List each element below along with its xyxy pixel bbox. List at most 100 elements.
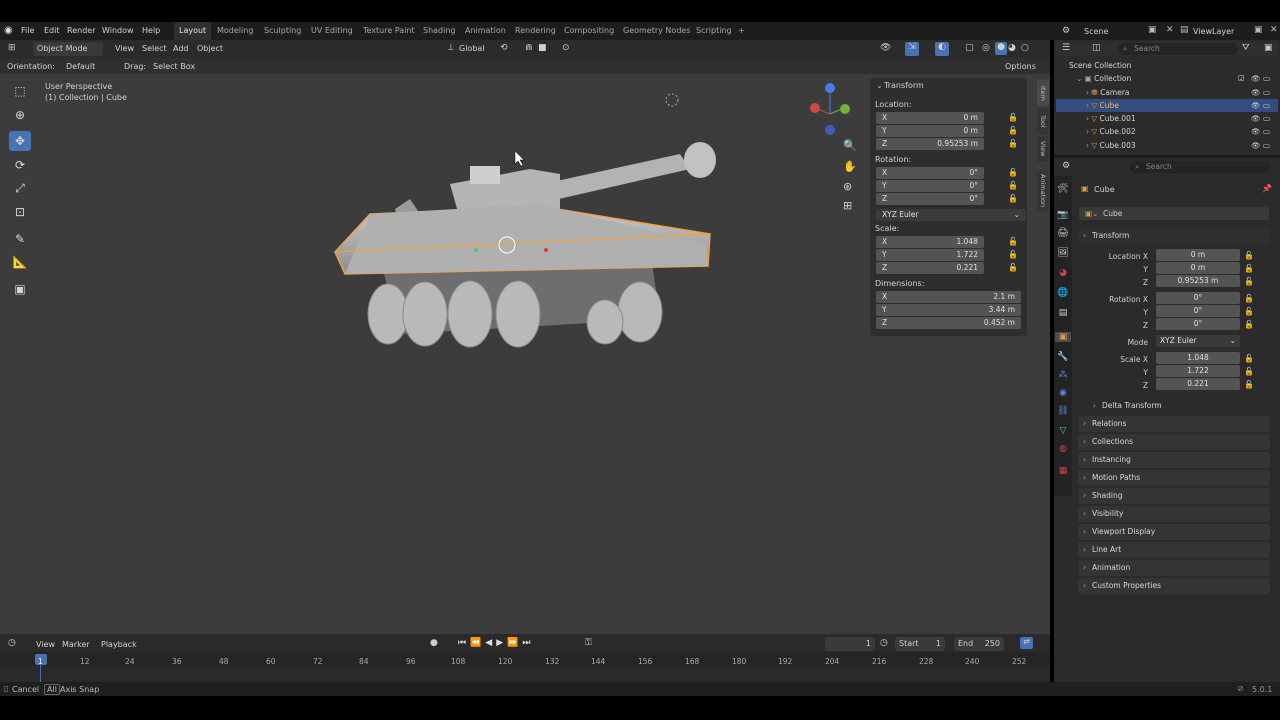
view-layer-selector[interactable]: ViewLayer	[1193, 27, 1234, 36]
rendered-shading-icon[interactable]: ○	[1021, 43, 1029, 53]
location-y-field[interactable]: Y0 m	[876, 125, 984, 137]
menu-add[interactable]: Add	[173, 44, 189, 53]
prop-location-y[interactable]: 0 m	[1156, 262, 1240, 274]
lock-icon[interactable]: 🔓	[1008, 250, 1018, 259]
texture-tab-icon[interactable]: ▦	[1055, 466, 1071, 476]
scale-y-field[interactable]: Y 1.722	[876, 249, 984, 261]
location-z-field[interactable]: Z 0.95253 m	[876, 138, 984, 150]
scale-tool-icon[interactable]: ⤢	[9, 178, 31, 198]
menu-window[interactable]: Window	[102, 26, 134, 35]
motion-paths-section[interactable]: Motion Paths	[1078, 470, 1270, 486]
end-frame-field[interactable]: End 250	[954, 637, 1004, 651]
snap-icon[interactable]: ⋒	[525, 43, 533, 53]
scale-z-field[interactable]: Z 0.221	[876, 262, 984, 274]
data-tab-icon[interactable]: ▽	[1055, 426, 1071, 436]
tab-geometry-nodes[interactable]: Geometry Nodes	[618, 22, 695, 40]
snap-target-icon[interactable]: ■	[538, 43, 547, 53]
prop-scale-z[interactable]: 0.221	[1156, 378, 1240, 390]
menu-select[interactable]: Select	[142, 44, 167, 53]
options-dropdown[interactable]: Options	[1005, 62, 1036, 71]
lock-icon[interactable]: 🔓	[1244, 307, 1254, 316]
orientation-dropdown[interactable]: Default	[66, 62, 95, 71]
tab-layout[interactable]: Layout	[174, 22, 212, 40]
solid-shading-icon[interactable]: ●	[995, 42, 1007, 55]
tab-tool[interactable]: Tool	[1037, 108, 1049, 134]
add-workspace-button[interactable]: +	[733, 22, 750, 40]
outliner-item-camera[interactable]: › ⛃ Camera 👁 ▭	[1056, 86, 1278, 99]
keying-icon[interactable]: ⚿	[585, 638, 592, 648]
camera-view-icon[interactable]: ⊛	[843, 180, 852, 193]
xray-icon[interactable]: ▢	[965, 43, 974, 53]
tab-sculpting[interactable]: Sculpting	[259, 22, 306, 40]
modifier-tab-icon[interactable]: 🔧	[1055, 352, 1071, 362]
move-tool-icon[interactable]: ✥	[9, 131, 31, 151]
dimensions-z-field[interactable]: Z 0.452 m	[876, 317, 1021, 329]
render-tab-icon[interactable]: 📷	[1055, 210, 1071, 220]
outliner-collection[interactable]: ⌄ ▣ Collection ☑ 👁 ▭	[1056, 72, 1278, 85]
lock-icon[interactable]: 🔓	[1008, 168, 1018, 177]
properties-editor-icon[interactable]: ⚙	[1062, 161, 1070, 171]
tab-compositing[interactable]: Compositing	[559, 22, 619, 40]
menu-render[interactable]: Render	[67, 26, 95, 35]
outliner-item-cube-002[interactable]: › ▽ Cube.002 👁 ▭	[1056, 125, 1278, 138]
menu-view[interactable]: View	[115, 44, 134, 53]
tab-texture-paint[interactable]: Texture Paint	[358, 22, 420, 40]
world-tab-icon[interactable]: 🌐	[1055, 288, 1071, 298]
zoom-icon[interactable]: 🔍	[843, 139, 857, 152]
instancing-section[interactable]: Instancing	[1078, 452, 1270, 468]
dimensions-x-field[interactable]: X 2.1 m	[876, 291, 1021, 303]
record-icon[interactable]: ●	[430, 638, 438, 648]
prop-rotation-mode[interactable]: XYZ Euler ⌄	[1156, 335, 1240, 347]
scene-selector[interactable]: Scene	[1084, 27, 1108, 36]
playback-controls-icon[interactable]: ⏮⏪◀▶⏩⏭	[458, 638, 534, 648]
outliner-item-cube-003[interactable]: › ▽ Cube.003 👁 ▭	[1056, 139, 1278, 152]
timeline-editor-icon[interactable]: ◷	[8, 638, 16, 648]
rotation-z-field[interactable]: Z 0°	[876, 193, 984, 205]
tab-uv-editing[interactable]: UV Editing	[306, 22, 358, 40]
display-mode-icon[interactable]: ◫	[1092, 43, 1101, 53]
lock-icon[interactable]: 🔓	[1008, 139, 1018, 148]
tab-modeling[interactable]: Modeling	[212, 22, 258, 40]
material-tab-icon[interactable]: ◍	[1055, 444, 1071, 454]
collection-tab-icon[interactable]: ▤	[1055, 308, 1071, 318]
mode-dropdown[interactable]: Object Mode	[33, 42, 103, 56]
prop-scale-y[interactable]: 1.722	[1156, 365, 1240, 377]
properties-search-input[interactable]: ⌕ Search	[1130, 161, 1270, 173]
output-tab-icon[interactable]: 🖨	[1055, 228, 1071, 238]
select-tool-icon[interactable]: ⬚	[9, 81, 31, 101]
outliner-editor-icon[interactable]: ☰	[1062, 43, 1070, 53]
dimensions-y-field[interactable]: Y 3.44 m	[876, 304, 1021, 316]
current-frame-field[interactable]: 1	[825, 637, 875, 651]
new-view-layer-icon[interactable]: ▣	[1254, 25, 1263, 35]
lock-icon[interactable]: 🔓	[1244, 277, 1254, 286]
measure-tool-icon[interactable]: 📐	[9, 252, 31, 272]
shading-section[interactable]: Shading	[1078, 488, 1270, 504]
particles-tab-icon[interactable]: ⁂	[1055, 370, 1071, 380]
tab-animation[interactable]: Animation	[460, 22, 511, 40]
menu-edit[interactable]: Edit	[44, 26, 60, 35]
wireframe-shading-icon[interactable]: ◎	[982, 43, 990, 53]
menu-object[interactable]: Object	[197, 44, 223, 53]
timeline-playback-menu[interactable]: Playback	[101, 640, 137, 649]
scene-tab-icon[interactable]: ◕	[1055, 268, 1071, 278]
delta-transform-section[interactable]: Delta Transform	[1088, 398, 1270, 414]
animation-section[interactable]: Animation	[1078, 560, 1270, 576]
prop-rotation-x[interactable]: 0°	[1156, 292, 1240, 304]
line-art-section[interactable]: Line Art	[1078, 542, 1270, 558]
outliner-item-cube[interactable]: › ▽ Cube 👁 ▭	[1056, 99, 1278, 112]
lock-icon[interactable]: 🔓	[1008, 126, 1018, 135]
transform-section-header[interactable]: Transform	[1078, 228, 1270, 244]
prop-scale-x[interactable]: 1.048	[1156, 352, 1240, 364]
constraints-tab-icon[interactable]: ⛓	[1055, 406, 1071, 416]
prop-location-z[interactable]: 0.95253 m	[1156, 275, 1240, 287]
lock-icon[interactable]: 🔓	[1008, 194, 1018, 203]
new-collection-icon[interactable]: ▣	[1264, 43, 1273, 53]
prop-rotation-y[interactable]: 0°	[1156, 305, 1240, 317]
viewport-display-section[interactable]: Viewport Display	[1078, 524, 1270, 540]
rotate-tool-icon[interactable]: ⟳	[9, 155, 31, 175]
location-x-field[interactable]: X0 m	[876, 112, 984, 124]
lock-icon[interactable]: 🔓	[1244, 294, 1254, 303]
lock-icon[interactable]: 🔓	[1244, 320, 1254, 329]
lock-icon[interactable]: 🔓	[1244, 354, 1254, 363]
tab-shading[interactable]: Shading	[418, 22, 461, 40]
